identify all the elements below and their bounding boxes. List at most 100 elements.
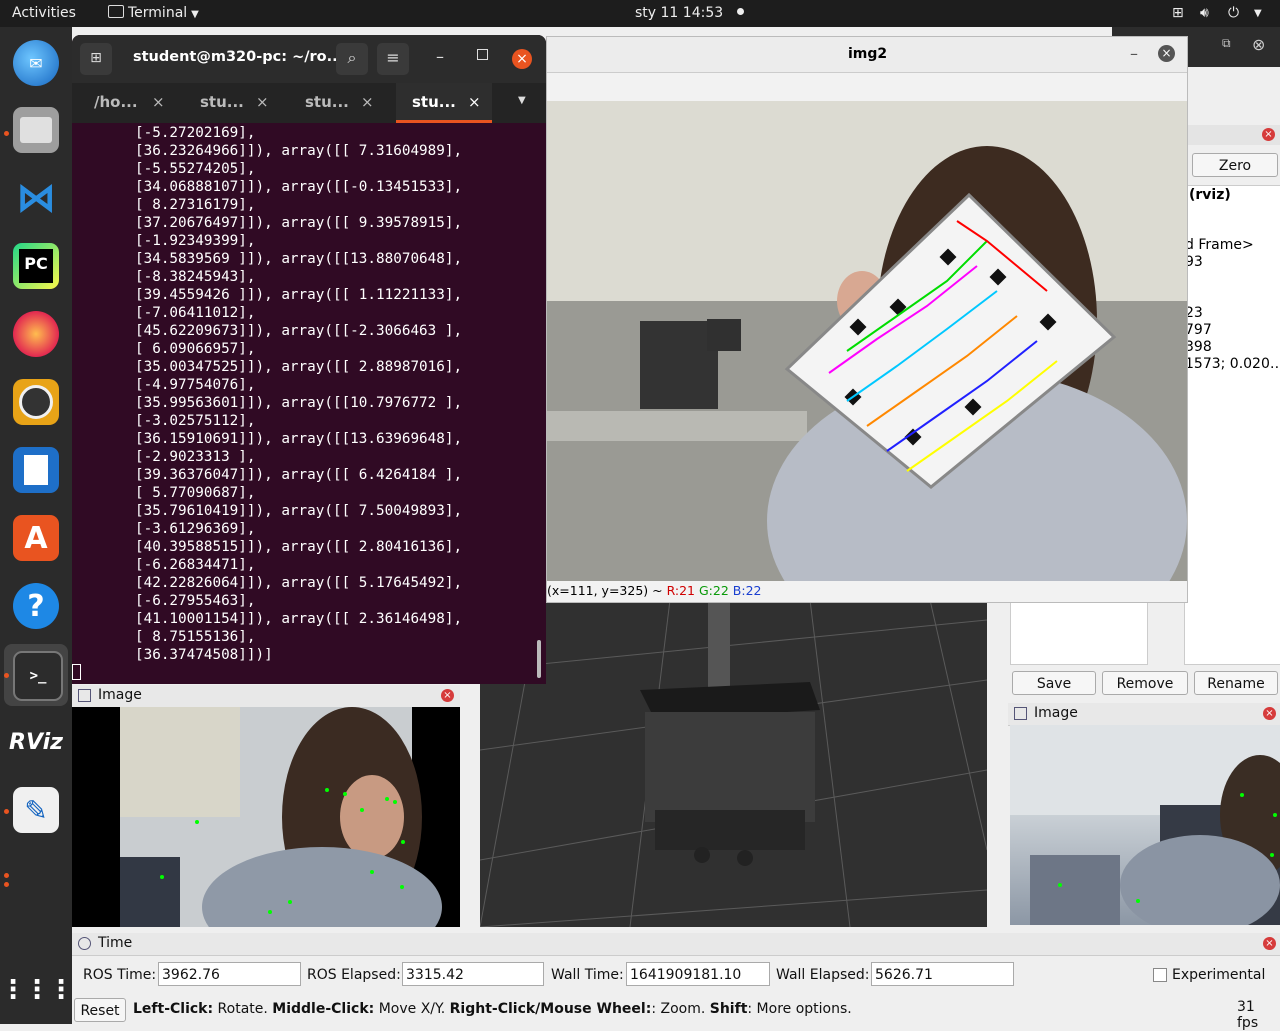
terminal-line: [-3.61296369], xyxy=(135,521,256,537)
files-icon[interactable] xyxy=(13,107,59,153)
img2-title: img2 xyxy=(848,46,888,62)
terminal-line: [36.23264966]]), array([[ 7.31604989], xyxy=(135,143,463,159)
close-icon[interactable]: × xyxy=(1263,937,1276,950)
minimize-icon[interactable]: – xyxy=(1130,44,1138,63)
power-icon[interactable]: ⏻ xyxy=(1228,5,1239,21)
close-icon[interactable]: × xyxy=(441,689,454,702)
remove-button[interactable]: Remove xyxy=(1102,671,1188,695)
ros-time-field[interactable]: 3962.76 xyxy=(158,962,301,986)
properties-tree[interactable]: (rviz) d Frame> 93 23 797 398 1573; 0.02… xyxy=(1184,185,1280,665)
terminal-app-icon xyxy=(108,5,124,18)
activities-button[interactable]: Activities xyxy=(12,5,76,21)
new-tab-icon[interactable]: ⊞ xyxy=(80,43,112,75)
zero-button[interactable]: Zero xyxy=(1192,153,1278,177)
running-indicator xyxy=(4,809,9,814)
rhythmbox-icon[interactable] xyxy=(13,379,59,425)
tab-4-active[interactable]: stu... × xyxy=(396,83,492,123)
search-icon[interactable]: ⌕ xyxy=(336,43,368,75)
save-button[interactable]: Save xyxy=(1012,671,1096,695)
app-grid-icon[interactable]: ⋮⋮⋮ xyxy=(0,967,74,1013)
clock-icon xyxy=(78,937,91,950)
vscode-icon[interactable]: ⋈ xyxy=(13,175,59,221)
close-tab-icon[interactable]: × xyxy=(468,83,481,121)
terminal-headerbar[interactable]: ⊞ student@m320-pc: ~/ro... ⌕ ≡ – × xyxy=(72,35,546,83)
img2-titlebar[interactable]: img2 – × xyxy=(547,37,1187,73)
terminal-output[interactable]: [-5.27202169], [36.23264966]]), array([[ … xyxy=(72,123,546,684)
help-key: Middle-Click: xyxy=(272,1001,375,1017)
image-panel-left-label: Image xyxy=(98,687,142,703)
terminal-cursor xyxy=(72,664,81,680)
close-tab-icon[interactable]: × xyxy=(361,83,374,121)
terminal-line: [37.20676497]]), array([[ 9.39578915], xyxy=(135,215,463,231)
close-icon[interactable]: × xyxy=(512,49,532,69)
firefox-icon[interactable] xyxy=(13,311,59,357)
running-indicator xyxy=(4,131,9,136)
terminal-line: [ 8.75155136], xyxy=(135,629,256,645)
tab-1[interactable]: /ho... × xyxy=(94,83,184,123)
minimize-icon[interactable]: – xyxy=(436,47,444,66)
prop-line: 797 xyxy=(1185,322,1212,338)
terminal-line: [34.5839569 ]]), array([[13.88070648], xyxy=(135,251,463,267)
writer-icon[interactable] xyxy=(13,447,59,493)
terminal-line: [-4.97754076], xyxy=(135,377,256,393)
terminal-icon[interactable]: >_ xyxy=(13,651,63,701)
wall-time-field[interactable]: 1641909181.10 xyxy=(626,962,770,986)
terminal-window: ⊞ student@m320-pc: ~/ro... ⌕ ≡ – × /ho..… xyxy=(72,35,546,684)
help-icon[interactable]: ? xyxy=(13,583,59,629)
calibration-image xyxy=(547,101,1187,581)
clock[interactable]: sty 11 14:53 xyxy=(635,5,745,21)
prop-line: 1573; 0.020… xyxy=(1185,356,1280,372)
views-list[interactable] xyxy=(1010,597,1148,665)
network-icon[interactable]: ⊞ xyxy=(1172,5,1184,21)
terminal-line: [-5.27202169], xyxy=(135,125,256,141)
volume-icon[interactable]: 🔊︎ xyxy=(1200,5,1209,21)
3d-view[interactable] xyxy=(480,600,987,927)
image-panel-left-title: Image × xyxy=(72,685,460,708)
terminal-line: [-3.02575112], xyxy=(135,413,256,429)
terminal-scrollbar[interactable] xyxy=(537,640,541,678)
text-editor-icon[interactable]: ✎ xyxy=(13,787,59,833)
help-desc: Move X/Y. xyxy=(374,1001,450,1017)
maximize-icon[interactable] xyxy=(477,49,488,60)
terminal-line: [42.22826064]]), array([[ 5.17645492], xyxy=(135,575,463,591)
help-desc: : More options. xyxy=(747,1001,852,1017)
app-menu[interactable]: Terminal ▼ xyxy=(108,5,199,21)
system-menu-caret-icon[interactable]: ▼ xyxy=(1254,8,1262,19)
software-icon[interactable]: A xyxy=(13,515,59,561)
rviz-icon[interactable]: RViz xyxy=(9,719,63,765)
thunderbird-icon[interactable]: ✉ xyxy=(13,40,59,86)
close-tab-icon[interactable]: × xyxy=(152,83,165,121)
pycharm-icon[interactable]: PC xyxy=(13,243,59,289)
image-panel-right-view[interactable] xyxy=(1010,725,1280,925)
help-key: Shift xyxy=(709,1001,748,1017)
ros-elapsed-field[interactable]: 3315.42 xyxy=(402,962,544,986)
reset-button[interactable]: Reset xyxy=(74,998,126,1022)
ros-elapsed-label: ROS Elapsed: xyxy=(307,967,401,983)
rename-button[interactable]: Rename xyxy=(1194,671,1278,695)
image-panel-left-view[interactable] xyxy=(72,707,460,967)
close-icon[interactable]: ⊗ xyxy=(1252,35,1265,54)
terminal-line: [-8.38245943], xyxy=(135,269,256,285)
wall-elapsed-field[interactable]: 5626.71 xyxy=(871,962,1014,986)
properties-header: × xyxy=(1184,125,1280,145)
terminal-line: [35.99563601]]), array([[10.7976772 ], xyxy=(135,395,463,411)
wall-time-label: Wall Time: xyxy=(551,967,624,983)
terminal-line: [34.06888107]]), array([[-0.13451533], xyxy=(135,179,463,195)
restore-icon[interactable]: ⧉ xyxy=(1222,36,1231,51)
img2-statusbar: (x=111, y=325) ~ R:21 G:22 B:22 xyxy=(547,582,1187,602)
tab-2[interactable]: stu... × xyxy=(200,83,290,123)
terminal-line: [41.10001154]]), array([[ 2.36146498], xyxy=(135,611,463,627)
img2-image[interactable] xyxy=(547,101,1187,581)
panel-icon xyxy=(78,689,91,702)
tabs-dropdown-icon[interactable]: ▼ xyxy=(518,95,526,106)
camera-image-right xyxy=(1010,725,1280,925)
close-icon[interactable]: × xyxy=(1158,45,1175,62)
close-icon[interactable]: × xyxy=(1262,128,1275,141)
hamburger-menu-icon[interactable]: ≡ xyxy=(377,43,409,75)
running-indicator xyxy=(4,673,9,678)
experimental-checkbox[interactable] xyxy=(1153,968,1167,982)
close-icon[interactable]: × xyxy=(1263,707,1276,720)
tab-3[interactable]: stu... × xyxy=(305,83,395,123)
close-tab-icon[interactable]: × xyxy=(256,83,269,121)
terminal-line: [-6.27955463], xyxy=(135,593,256,609)
